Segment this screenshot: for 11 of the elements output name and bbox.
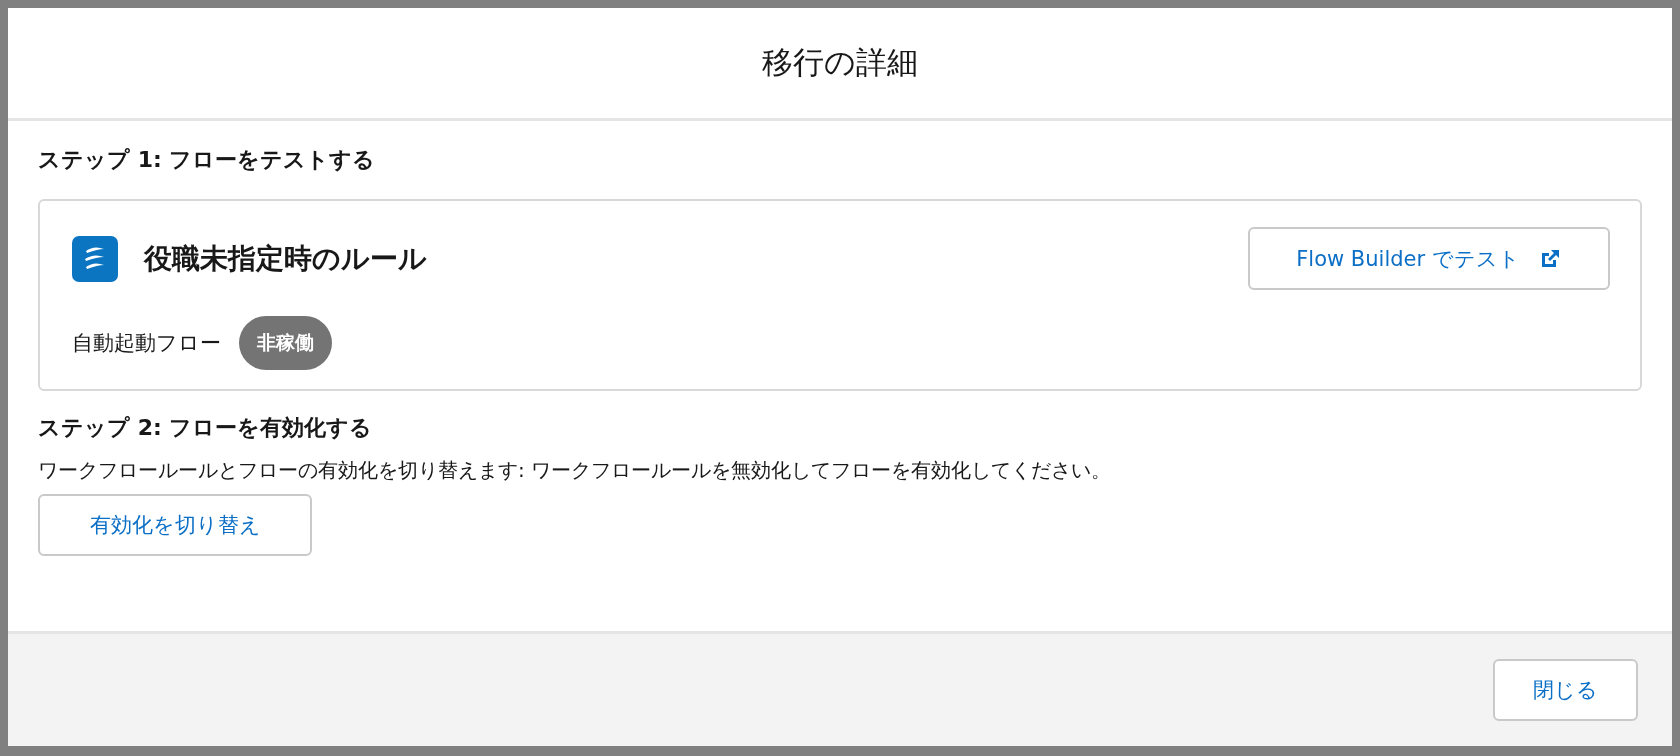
flow-builder-test-button[interactable]: Flow Builder でテスト <box>1248 227 1610 290</box>
step-description: ワークフロールールとフローの有効化を切り替えます: ワークフロールールを無効化してフローを有効化してください。 <box>38 457 1113 484</box>
status-badge: 非稼働 <box>239 316 332 370</box>
flow-name: 役職未指定時のルール <box>144 240 428 277</box>
close-button[interactable]: 閉じる <box>1493 659 1638 721</box>
step-heading: ステップ 2: フローを有効化する <box>38 414 374 442</box>
modal-title: 移行の詳細 <box>762 43 918 82</box>
flow-type: 自動起動フロー <box>72 330 221 357</box>
flow-icon <box>72 235 118 282</box>
toggle-activation-button[interactable]: 有効化を切り替え <box>38 494 312 556</box>
step-heading: ステップ 1: フローをテストする <box>38 146 377 174</box>
